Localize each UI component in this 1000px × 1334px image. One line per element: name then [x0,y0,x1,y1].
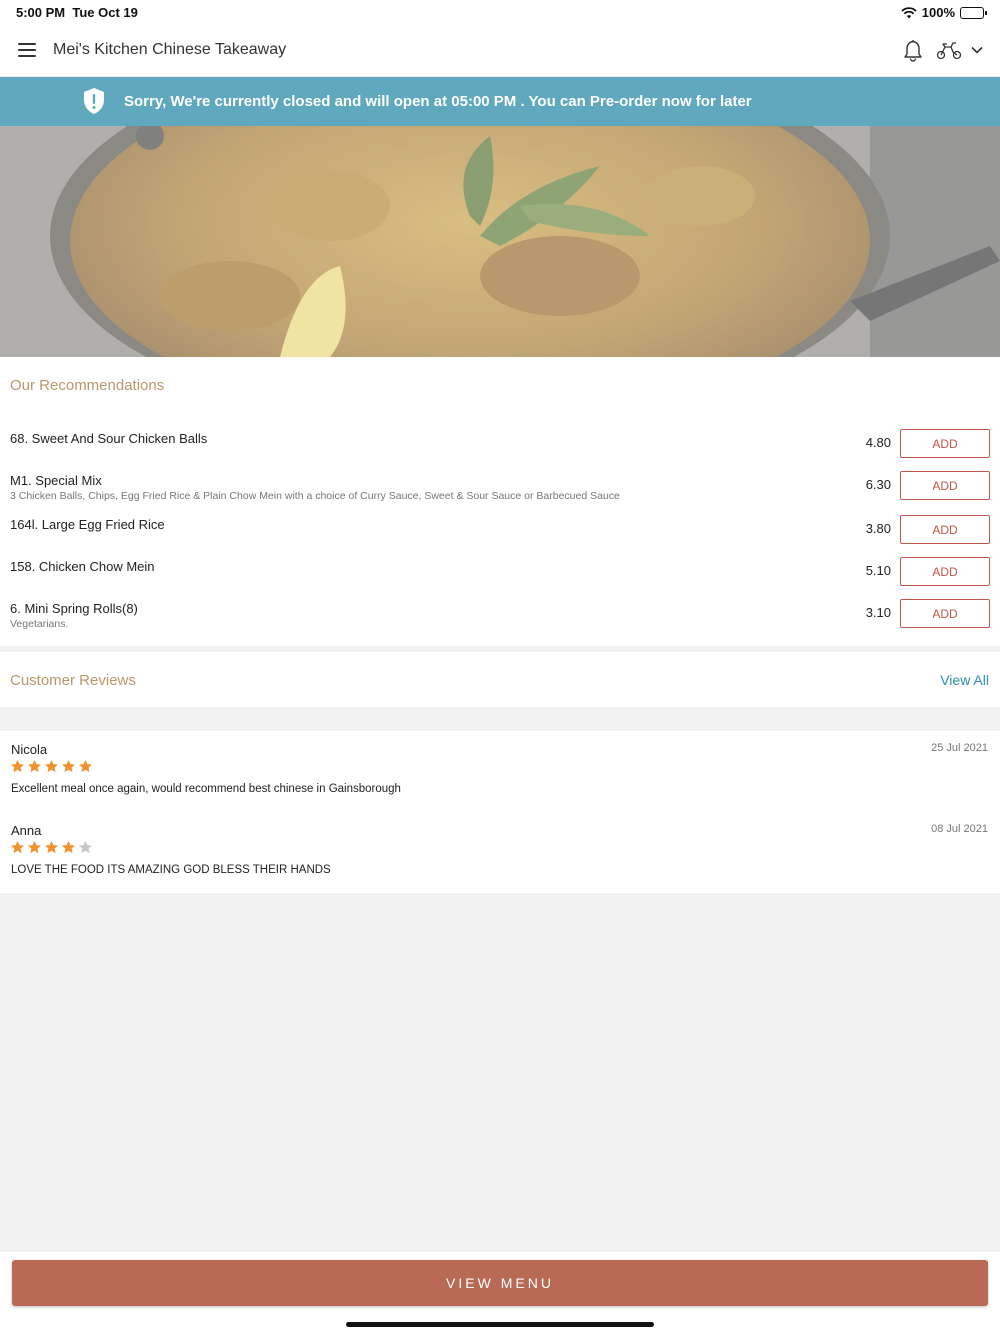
status-right: 100% [901,5,987,20]
menu-item: 164l. Large Egg Fried Rice 3.80 ADD [0,515,1000,555]
status-date: Tue Oct 19 [72,5,138,20]
review-date: 08 Jul 2021 [931,823,988,835]
closed-banner: Sorry, We're currently closed and will o… [0,77,1000,126]
scooter-icon[interactable] [936,40,962,60]
menu-item-price: 5.10 [865,563,891,578]
reviews-list: Nicola 25 Jul 2021 Excellent meal once a… [0,731,1000,893]
view-all-link[interactable]: View All [940,672,989,688]
star-filled-icon [62,840,75,854]
menu-item-price: 4.80 [865,435,891,450]
home-indicator [346,1322,654,1327]
menu-item-name: 164l. Large Egg Fried Rice [10,517,165,532]
menu-item: 68. Sweet And Sour Chicken Balls 4.80 AD… [0,429,1000,469]
menu-item: M1. Special Mix 3 Chicken Balls, Chips, … [0,471,1000,511]
review-text: LOVE THE FOOD ITS AMAZING GOD BLESS THEI… [11,864,331,876]
menu-item: 158. Chicken Chow Mein 5.10 ADD [0,557,1000,597]
menu-item-description: 3 Chicken Balls, Chips, Egg Fried Rice &… [10,490,620,502]
reviewer-name: Anna [11,823,42,838]
star-filled-icon [62,759,75,773]
reviews-title: Customer Reviews [10,672,136,689]
menu-item-name: 68. Sweet And Sour Chicken Balls [10,431,208,446]
battery-percent: 100% [921,5,955,20]
menu-item-price: 3.10 [865,605,891,620]
hamburger-menu-icon[interactable] [18,43,36,57]
closed-message: Sorry, We're currently closed and will o… [124,93,752,110]
bell-icon[interactable] [902,38,924,62]
status-time: 5:00 PM Tue Oct 19 [16,5,138,20]
add-button[interactable]: ADD [900,471,990,500]
star-filled-icon [45,759,58,773]
shield-alert-icon [84,88,104,114]
menu-item-price: 6.30 [865,477,891,492]
add-button[interactable]: ADD [900,515,990,544]
wifi-icon [901,6,917,18]
view-menu-button[interactable]: VIEW MENU [12,1260,988,1306]
add-button[interactable]: ADD [900,557,990,586]
star-rating [10,840,93,855]
restaurant-title: Mei's Kitchen Chinese Takeaway [53,41,287,58]
menu-item-description: Vegetarians. [10,618,69,630]
star-filled-icon [28,840,41,854]
chevron-down-icon[interactable] [970,43,984,57]
star-filled-icon [11,840,24,854]
menu-item-name: 158. Chicken Chow Mein [10,559,155,574]
star-empty-icon [79,840,92,854]
menu-item-price: 3.80 [865,521,891,536]
review-item: Nicola 25 Jul 2021 Excellent meal once a… [0,731,1000,807]
reviewer-name: Nicola [11,742,48,757]
top-navbar: Mei's Kitchen Chinese Takeaway [0,24,1000,77]
review-text: Excellent meal once again, would recomme… [11,783,401,795]
menu-item-name: 6. Mini Spring Rolls(8) [10,601,138,616]
reviews-header: Customer Reviews View All [0,652,1000,707]
recommendations-title: Our Recommendations [10,377,165,394]
review-item: Anna 08 Jul 2021 LOVE THE FOOD ITS AMAZI… [0,812,1000,888]
bottom-bar: VIEW MENU [0,1252,1000,1334]
status-bar: 5:00 PM Tue Oct 19 100% [0,0,1000,24]
review-date: 25 Jul 2021 [931,742,988,754]
battery-icon [960,6,987,19]
recommendations-section: Our Recommendations 68. Sweet And Sour C… [0,357,1000,646]
star-filled-icon [28,759,41,773]
star-filled-icon [11,759,24,773]
star-filled-icon [79,759,92,773]
add-button[interactable]: ADD [900,429,990,458]
star-rating [10,759,93,774]
hero-food-image [0,126,1000,357]
menu-item-name: M1. Special Mix [10,473,102,488]
status-time-text: 5:00 PM [16,5,66,20]
star-filled-icon [45,840,58,854]
add-button[interactable]: ADD [900,599,990,628]
menu-item: 6. Mini Spring Rolls(8) Vegetarians. 3.1… [0,599,1000,639]
